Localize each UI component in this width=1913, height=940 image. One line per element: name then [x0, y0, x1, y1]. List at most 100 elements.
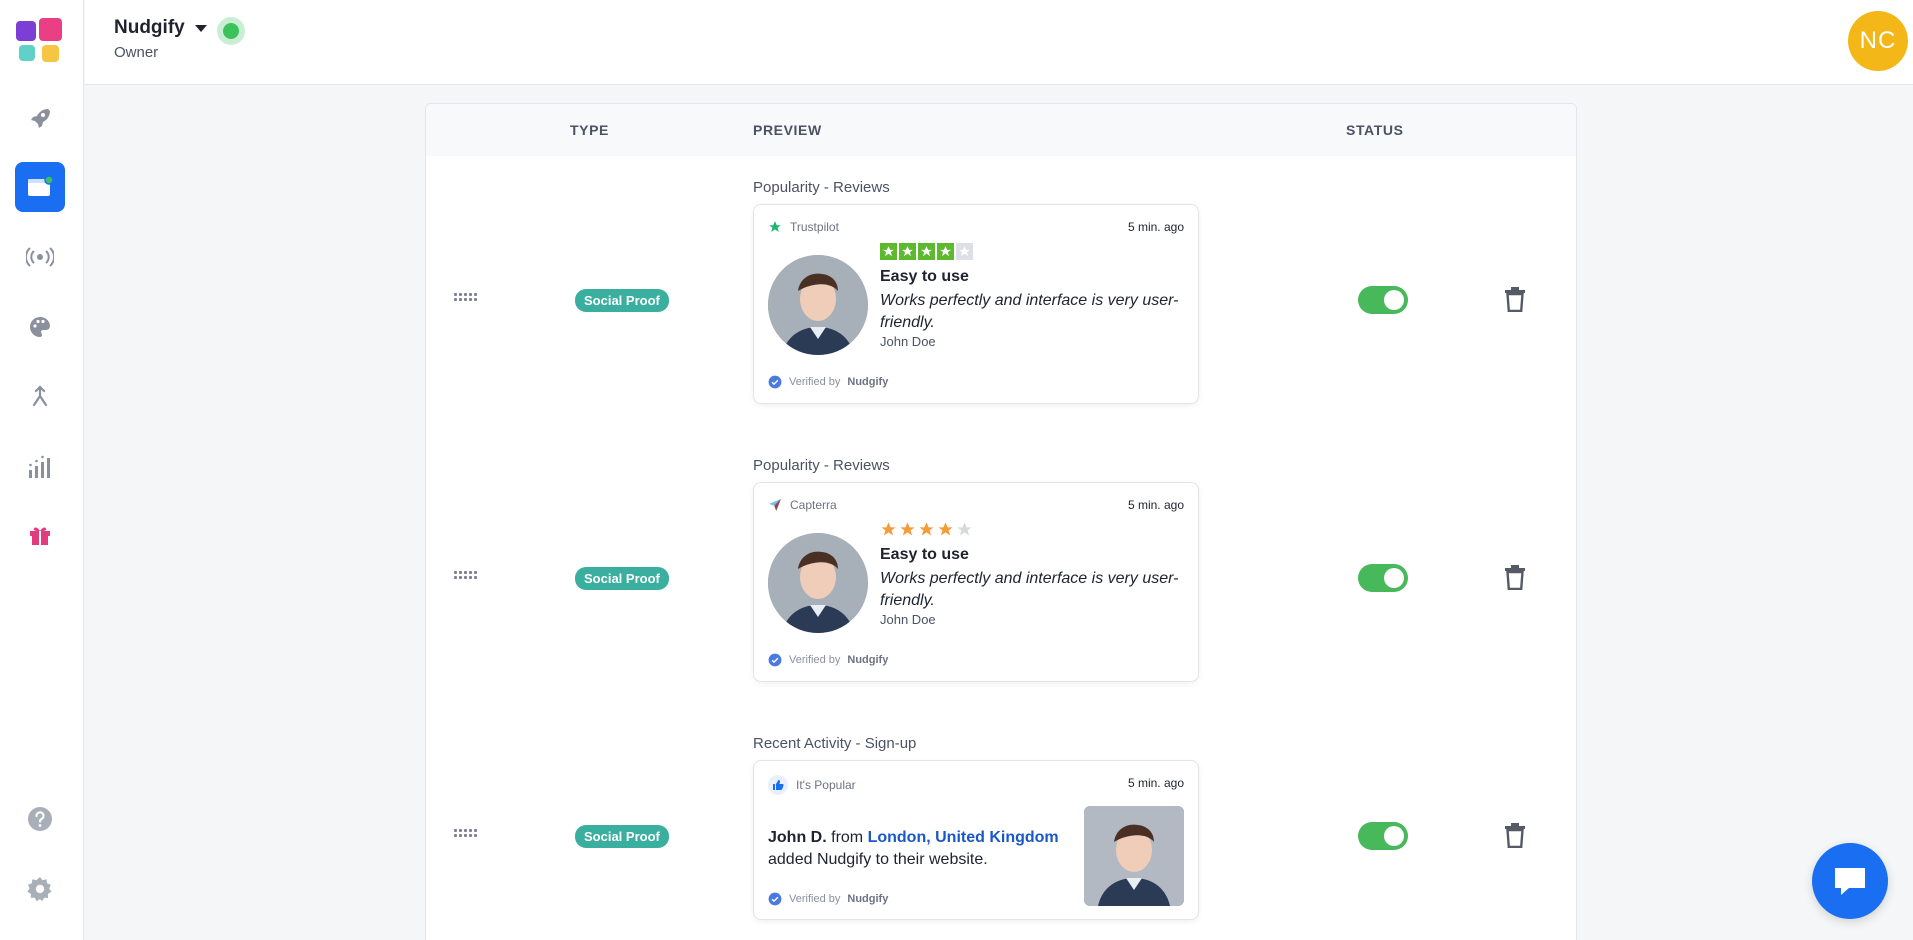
- star-empty-icon: [957, 522, 972, 536]
- review-author: John Doe: [880, 334, 936, 349]
- review-headline: Easy to use: [880, 268, 969, 285]
- column-header-preview: PREVIEW: [753, 122, 822, 138]
- verified-prefix: Verified by: [789, 654, 841, 666]
- review-body: Works perfectly and interface is very us…: [880, 570, 1179, 609]
- sidebar-item-launch[interactable]: [15, 93, 65, 143]
- org-name[interactable]: Nudgify: [114, 17, 207, 39]
- sidebar-item-settings[interactable]: [15, 864, 65, 914]
- card-source-name: Trustpilot: [790, 220, 839, 234]
- star-filled-icon: [900, 522, 915, 536]
- trash-icon[interactable]: [1504, 564, 1526, 590]
- gear-icon: [27, 877, 52, 902]
- thumbs-up-icon: [768, 775, 788, 795]
- drag-handle-icon[interactable]: [454, 571, 478, 583]
- star-filled-icon: [918, 243, 935, 260]
- verified-check-icon: [768, 375, 782, 389]
- verified-check-icon: [768, 653, 782, 667]
- card-timestamp: 5 min. ago: [1127, 776, 1184, 790]
- rocket-icon: [31, 109, 50, 128]
- notification-preview-card[interactable]: It's Popular 5 min. ago John D. from Lon…: [753, 760, 1199, 920]
- status-toggle[interactable]: [1358, 286, 1408, 314]
- activity-from: from: [831, 829, 864, 846]
- palette-icon: [30, 317, 50, 337]
- activity-action: added Nudgify to their website.: [768, 851, 988, 868]
- merge-icon: [32, 385, 48, 407]
- trash-icon[interactable]: [1504, 286, 1526, 312]
- user-avatar[interactable]: NC: [1848, 11, 1908, 71]
- org-name-label: Nudgify: [114, 17, 185, 38]
- star-filled-icon: [919, 522, 934, 536]
- caret-down-icon: [194, 24, 207, 32]
- review-body: Works perfectly and interface is very us…: [880, 292, 1179, 331]
- stats-icon: [29, 455, 50, 478]
- star-filled-icon: [938, 522, 953, 536]
- sidebar: [0, 0, 84, 940]
- sidebar-item-analytics[interactable]: [15, 442, 65, 492]
- verified-brand: Nudgify: [847, 654, 889, 666]
- type-badge: Social Proof: [575, 567, 669, 590]
- notification-preview-card[interactable]: Capterra 5 min. ago Easy to use Works pe…: [753, 482, 1199, 682]
- topbar: Nudgify Owner NC: [85, 0, 1913, 85]
- table-row: Social Proof Popularity - Reviews Capter…: [426, 434, 1576, 712]
- card-source-name: Capterra: [790, 498, 837, 512]
- drag-handle-icon[interactable]: [454, 293, 478, 305]
- reviewer-photo: [768, 255, 868, 355]
- activity-name: John D.: [768, 829, 827, 846]
- help-icon: [28, 807, 52, 831]
- drag-handle-icon[interactable]: [454, 829, 478, 841]
- table-row: Social Proof Recent Activity - Sign-up I…: [426, 712, 1576, 940]
- activity-message: John D. from London, United Kingdom adde…: [768, 827, 1078, 871]
- capterra-arrow-icon: [769, 499, 781, 511]
- verified-label: Verified by Nudgify: [768, 653, 888, 667]
- status-toggle[interactable]: [1358, 822, 1408, 850]
- notification-group-title: Popularity - Reviews: [753, 457, 890, 474]
- card-source: Capterra: [768, 498, 837, 512]
- activity-photo: [1084, 806, 1184, 906]
- trustpilot-rating: [880, 243, 973, 260]
- status-toggle[interactable]: [1358, 564, 1408, 592]
- star-empty-icon: [956, 243, 973, 260]
- notification-group-title: Recent Activity - Sign-up: [753, 735, 917, 752]
- review-author: John Doe: [880, 612, 936, 627]
- notification-preview-card[interactable]: Trustpilot 5 min. ago Easy to use Works …: [753, 204, 1199, 404]
- table-header: TYPE PREVIEW STATUS: [426, 104, 1576, 156]
- card-source-name: It's Popular: [796, 778, 856, 792]
- verified-prefix: Verified by: [789, 376, 841, 388]
- chat-bubble-icon: [1835, 868, 1865, 895]
- app-logo[interactable]: [16, 18, 64, 64]
- column-header-status: STATUS: [1346, 122, 1404, 138]
- column-header-type: TYPE: [570, 122, 609, 138]
- sidebar-item-rewards[interactable]: [15, 510, 65, 560]
- reviewer-photo: [768, 533, 868, 633]
- star-filled-icon: [881, 522, 896, 536]
- card-timestamp: 5 min. ago: [1127, 220, 1184, 234]
- verified-label: Verified by Nudgify: [768, 892, 888, 906]
- card-source: Trustpilot: [768, 220, 839, 234]
- notifications-table: TYPE PREVIEW STATUS Social Proof Popular…: [425, 103, 1577, 940]
- notifications-icon: [28, 175, 54, 196]
- org-role: Owner: [114, 44, 159, 61]
- verified-check-icon: [768, 892, 782, 906]
- sidebar-item-integrations[interactable]: [15, 372, 65, 422]
- sidebar-item-design[interactable]: [15, 302, 65, 352]
- org-switcher[interactable]: Nudgify Owner: [114, 17, 207, 61]
- sidebar-item-broadcast[interactable]: [15, 232, 65, 282]
- trash-icon[interactable]: [1504, 822, 1526, 848]
- verified-brand: Nudgify: [847, 376, 889, 388]
- sidebar-item-help[interactable]: [15, 794, 65, 844]
- sidebar-item-notifications[interactable]: [15, 162, 65, 212]
- type-badge: Social Proof: [575, 825, 669, 848]
- verified-label: Verified by Nudgify: [768, 375, 888, 389]
- verified-brand: Nudgify: [847, 893, 889, 905]
- broadcast-icon: [26, 247, 54, 267]
- online-status-indicator: [217, 17, 245, 45]
- type-badge: Social Proof: [575, 289, 669, 312]
- notification-group-title: Popularity - Reviews: [753, 179, 890, 196]
- activity-location: London, United Kingdom: [867, 829, 1059, 846]
- card-timestamp: 5 min. ago: [1127, 498, 1184, 512]
- table-row: Social Proof Popularity - Reviews Trustp…: [426, 156, 1576, 434]
- star-filled-icon: [937, 243, 954, 260]
- chat-launcher-button[interactable]: [1812, 843, 1888, 919]
- star-filled-icon: [899, 243, 916, 260]
- star-filled-icon: [880, 243, 897, 260]
